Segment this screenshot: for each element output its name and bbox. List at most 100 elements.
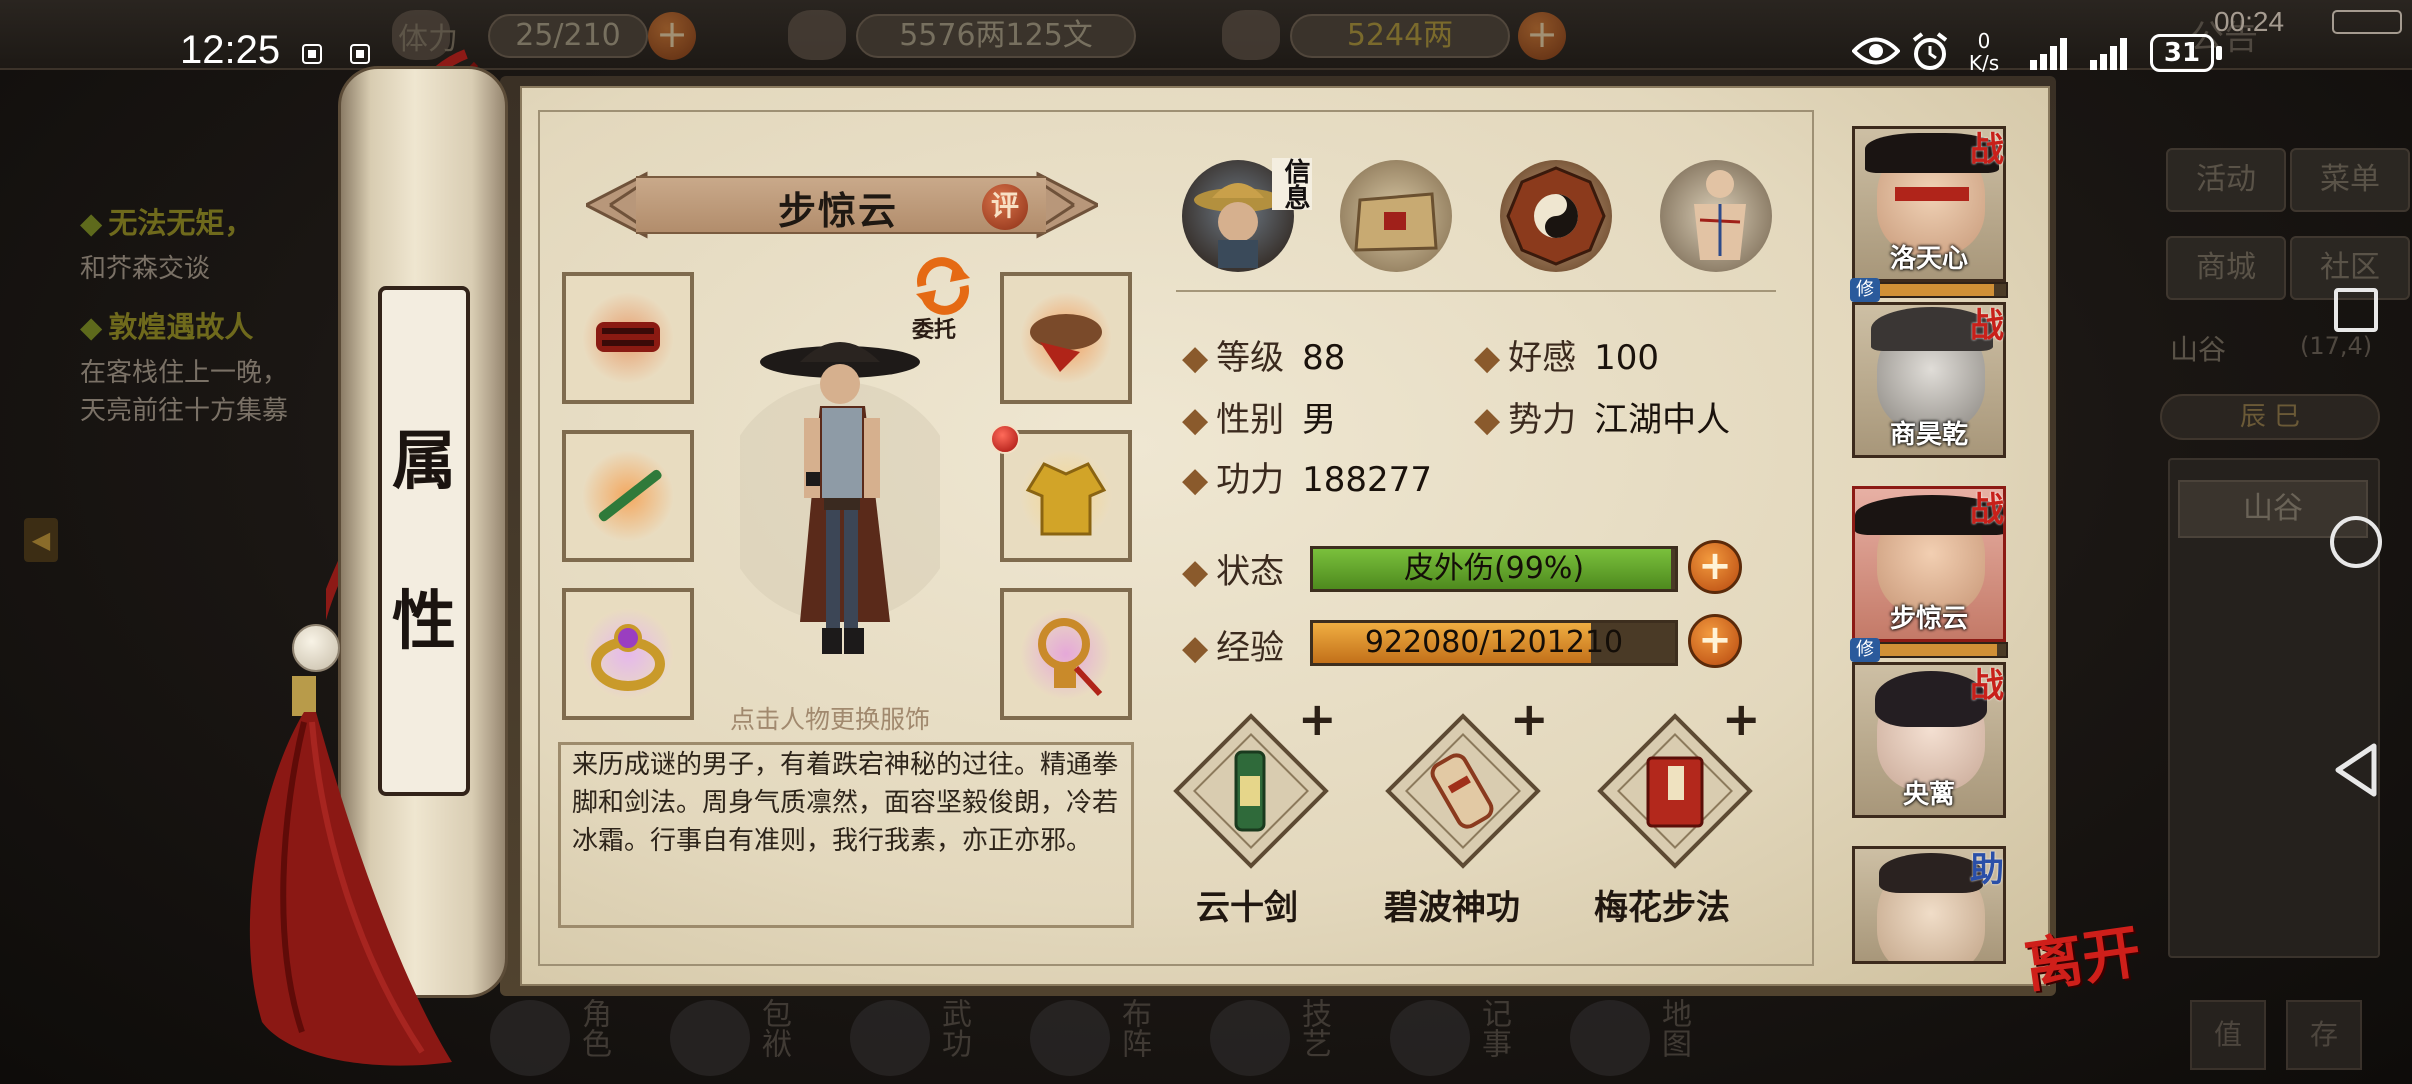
- exp-plus-button[interactable]: +: [1688, 614, 1742, 668]
- recent-apps-icon[interactable]: [2334, 288, 2378, 332]
- shop-button[interactable]: 商城: [2166, 236, 2286, 300]
- party-member-name: 步惊云: [1889, 604, 1968, 634]
- exp-bar: 922080/1201210: [1310, 620, 1678, 666]
- skill-slot-sword[interactable]: [1164, 713, 1334, 876]
- nav-bag[interactable]: 包袱: [660, 990, 840, 1084]
- scroll-manual-icon: [1430, 753, 1494, 829]
- flute-icon: [582, 450, 674, 542]
- red-book-icon: [1646, 756, 1704, 828]
- bagua-icon: [1030, 1000, 1110, 1076]
- party-member-name: 商昊乾: [1889, 420, 1968, 450]
- nav-notes[interactable]: 记事: [1380, 990, 1560, 1084]
- equip-slot-headwear[interactable]: [1000, 272, 1132, 404]
- activity-button[interactable]: 活动: [2166, 148, 2286, 212]
- nav-map[interactable]: 地图: [1560, 990, 1740, 1084]
- notification-icon: [350, 44, 370, 64]
- equip-slot-flute[interactable]: [562, 430, 694, 562]
- skill-name: 碧波神功: [1384, 888, 1520, 928]
- robe-icon: [1020, 450, 1112, 542]
- tab-meridians[interactable]: [1660, 160, 1772, 272]
- gauntlet-icon: [582, 292, 674, 384]
- location-label: 山谷: [2170, 333, 2227, 366]
- heal-plus-button[interactable]: +: [1688, 540, 1742, 594]
- bagua-icon: [1506, 166, 1606, 266]
- pendant-icon: [1020, 608, 1112, 700]
- corner-button-a[interactable]: 值: [2190, 1000, 2266, 1070]
- silver-value: 5576两125文: [856, 14, 1136, 58]
- quest-title: ◆ 无法无矩，: [80, 206, 254, 240]
- skill-name: 云十剑: [1196, 888, 1298, 928]
- character-portrait[interactable]: [740, 322, 940, 692]
- tab-inventory[interactable]: [1340, 160, 1452, 272]
- stat-status-label: ◆ 状态: [1182, 552, 1285, 592]
- evaluate-button[interactable]: 评: [982, 184, 1028, 230]
- repair-badge: 修: [1850, 638, 1880, 662]
- stat-power: ◆ 功力 188277: [1182, 460, 1432, 500]
- nav-skills[interactable]: 技艺: [1200, 990, 1380, 1084]
- role-icon: [490, 1000, 570, 1076]
- party-member-name: 央蓠: [1902, 780, 1955, 810]
- nav-martial[interactable]: 武功: [840, 990, 1020, 1084]
- menu-button[interactable]: 菜单: [2290, 148, 2410, 212]
- member-hp-bar: [1858, 642, 2008, 658]
- hair-icon: [1879, 853, 1983, 893]
- body-meridian-icon: [1694, 170, 1746, 260]
- battle-tag: 战: [1970, 130, 2004, 170]
- collapse-arrow-icon[interactable]: ◀: [24, 518, 58, 562]
- repair-badge: 修: [1850, 278, 1880, 302]
- leave-button[interactable]: 离开: [2019, 904, 2146, 1003]
- tab-divider: [1176, 290, 1776, 292]
- gold-plus-button[interactable]: +: [1518, 12, 1566, 60]
- net-speed: 0 K/s: [1968, 29, 2000, 75]
- bag-icon: [670, 1000, 750, 1076]
- skill-slot-footwork[interactable]: [1588, 713, 1758, 876]
- map-icon: [1570, 1000, 1650, 1076]
- stat-favor: ◆ 好感 100: [1474, 338, 1660, 378]
- battery-icon: 31: [2150, 34, 2214, 72]
- alarm-icon: [1912, 32, 1948, 70]
- nav-formation[interactable]: 布阵: [1020, 990, 1200, 1084]
- equip-slot-gauntlet[interactable]: [562, 272, 694, 404]
- nav-role[interactable]: 角色: [480, 990, 660, 1084]
- skills-icon: [1210, 1000, 1290, 1076]
- stat-faction: ◆ 势力 江湖中人: [1474, 400, 1731, 440]
- character-description: 来历成谜的男子，有着跌宕神秘的过往。精通拳脚和剑法。周身气质凛然，面容坚毅俊朗，…: [572, 750, 1119, 856]
- skill-name: 梅花步法: [1594, 888, 1730, 928]
- gold-ingot-icon: [1222, 10, 1280, 60]
- ring-icon: [582, 608, 674, 700]
- location-coords: (17,4): [2300, 332, 2373, 360]
- refresh-icon: [916, 257, 970, 315]
- bottom-nav: 角色 包袱 武功 布阵 技艺 记事 地图: [440, 990, 2060, 1084]
- game-battery-icon: [2332, 10, 2402, 34]
- scroll-title-char: 属: [392, 424, 456, 499]
- party-member-name: 洛天心: [1889, 244, 1968, 274]
- eye-icon: [1852, 37, 1900, 65]
- headband-icon: [1020, 292, 1112, 384]
- corner-button-b[interactable]: 存: [2286, 1000, 2362, 1070]
- scroll-title-char: 性: [392, 584, 456, 659]
- equip-slot-accessory[interactable]: [1000, 588, 1132, 720]
- equip-slot-armor[interactable]: [1000, 430, 1132, 562]
- battle-tag: 战: [1970, 666, 2004, 706]
- status-bar-text: 皮外伤(99%): [1403, 551, 1585, 586]
- character-hint: 点击人物更换服饰: [730, 705, 931, 734]
- home-icon[interactable]: [2330, 516, 2382, 568]
- back-icon[interactable]: [2330, 742, 2382, 798]
- skill-slot-inner[interactable]: [1376, 713, 1546, 876]
- quest-tracker[interactable]: ◆ 无法无矩， 和芥森交谈 ◆ 敦煌遇故人 在客栈住上一晚， 天亮前往十方集募: [80, 200, 360, 430]
- exp-bar-text: 922080/1201210: [1364, 625, 1624, 660]
- quest-desc: 和芥森交谈: [80, 254, 211, 284]
- stamina-plus-button[interactable]: +: [648, 12, 696, 60]
- corner-buttons: 值存: [2190, 1000, 2382, 1070]
- tab-info-label: 信息: [1272, 158, 1312, 210]
- character-name: 步惊云: [778, 189, 899, 233]
- battery-tip: [2216, 46, 2222, 60]
- tassel: [249, 676, 452, 1066]
- tab-formation[interactable]: [1500, 160, 1612, 272]
- time-of-day: 辰 巳: [2160, 394, 2380, 440]
- pouch-icon: [1354, 192, 1438, 252]
- equip-slot-ring[interactable]: [562, 588, 694, 720]
- stat-gender: ◆ 性别男: [1182, 400, 1337, 440]
- sword-manual-icon: [1234, 750, 1266, 832]
- book-stack-icon: [850, 1000, 930, 1076]
